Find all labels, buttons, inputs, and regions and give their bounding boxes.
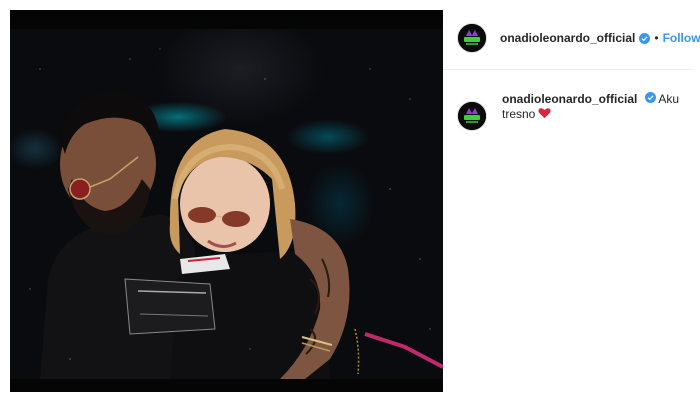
verified-badge-icon: [644, 92, 656, 103]
post-header: onadioleonardo_official • Follow: [443, 10, 700, 70]
verified-badge-icon: [639, 32, 651, 44]
profile-logo-icon: [458, 102, 486, 130]
separator-dot: •: [654, 31, 659, 45]
caption-author-username[interactable]: onadioleonardo_official: [502, 92, 637, 106]
post-photo[interactable]: [10, 10, 443, 392]
avatar[interactable]: [457, 23, 487, 53]
photo-scene: [10, 29, 443, 379]
caption-text-block: onadioleonardo_official Aku tresno: [502, 92, 682, 122]
avatar[interactable]: [457, 101, 487, 131]
red-heart-icon: [538, 108, 551, 119]
post-author-username[interactable]: onadioleonardo_official: [500, 31, 635, 45]
follow-button[interactable]: Follow: [663, 31, 700, 45]
couple-photo-illustration: [29, 48, 443, 379]
profile-logo-icon: [458, 24, 486, 52]
post-side-panel: onadioleonardo_official • Follow onadiol…: [443, 10, 700, 392]
